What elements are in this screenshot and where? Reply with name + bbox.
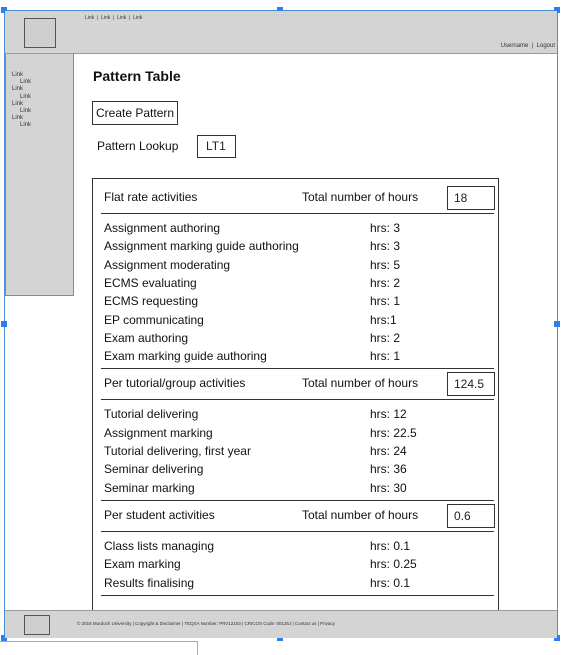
activity-hours: hrs: 2 xyxy=(370,275,401,290)
activity-hours: hrs: 24 xyxy=(370,444,407,458)
activity-hours: hrs: 1 xyxy=(370,294,401,309)
section-header: Per student activities xyxy=(104,507,215,522)
top-nav-links: Link | Link | Link | Link xyxy=(85,15,143,21)
footer-logo-placeholder[interactable] xyxy=(24,615,50,635)
section-divider xyxy=(101,530,494,532)
top-link[interactable]: Link xyxy=(85,15,94,21)
total-hours-label: Total number of hours xyxy=(302,507,419,522)
total-hours-field[interactable]: 18 xyxy=(447,186,495,210)
activity-name: ECMS requesting xyxy=(104,294,199,309)
pattern-lookup-input[interactable]: LT1 xyxy=(197,135,236,158)
sidebar-link[interactable]: Link xyxy=(12,108,31,115)
top-link[interactable]: Link xyxy=(101,15,110,21)
resize-handle[interactable] xyxy=(554,321,560,327)
activity-name: Tutorial delivering, first year xyxy=(104,444,251,458)
section-divider xyxy=(101,213,494,214)
activity-hours: hrs: 0.1 xyxy=(370,538,411,553)
total-hours-field[interactable]: 0.6 xyxy=(447,503,495,528)
footer: © 2016 Murdoch University | Copyright & … xyxy=(5,610,557,638)
top-bar: Link | Link | Link | Link Username | Log… xyxy=(5,11,557,54)
activity-name: Exam marking guide authoring xyxy=(104,349,267,364)
activity-name: Assignment moderating xyxy=(104,257,231,272)
section-divider xyxy=(101,368,494,370)
top-link[interactable]: Link xyxy=(133,15,142,21)
sidebar: Link Link Link Link Link Link Link Link xyxy=(5,54,74,296)
sidebar-link[interactable]: Link xyxy=(12,101,31,108)
activity-hours: hrs: 0.1 xyxy=(370,575,411,590)
activity-name: Exam authoring xyxy=(104,330,189,345)
section-divider xyxy=(101,499,494,501)
pattern-lookup-label: Pattern Lookup xyxy=(97,139,179,153)
activity-hours: hrs:1 xyxy=(370,312,397,327)
logout-link[interactable]: Logout xyxy=(537,43,555,49)
activity-name: EP communicating xyxy=(104,312,204,327)
username-link[interactable]: Username xyxy=(501,43,529,49)
section-divider xyxy=(101,594,494,596)
activity-hours: hrs: 3 xyxy=(370,239,401,254)
activity-name: ECMS evaluating xyxy=(104,275,197,290)
resize-handle[interactable] xyxy=(1,321,7,327)
activity-hours: hrs: 12 xyxy=(370,407,407,422)
sidebar-link[interactable]: Link xyxy=(12,122,31,129)
section-divider xyxy=(101,399,494,401)
logo-placeholder[interactable] xyxy=(24,18,56,48)
user-links: Username | Logout xyxy=(500,43,555,49)
footer-text: © 2016 Murdoch University | Copyright & … xyxy=(77,621,335,626)
activity-name: Tutorial delivering xyxy=(104,407,199,422)
sidebar-link[interactable]: Link xyxy=(12,94,31,101)
activity-hours: hrs: 36 xyxy=(370,462,407,477)
section-header: Per tutorial/group activities xyxy=(104,376,246,391)
activity-hours: hrs: 3 xyxy=(370,221,401,235)
activity-name: Seminar delivering xyxy=(104,462,204,477)
sidebar-link[interactable]: Link xyxy=(12,79,31,86)
activity-name: Assignment marking guide authoring xyxy=(104,239,299,254)
create-pattern-button[interactable]: Create Pattern xyxy=(92,101,179,125)
sidebar-link[interactable]: Link xyxy=(12,72,31,79)
activity-hours: hrs: 0.25 xyxy=(370,557,417,572)
activity-hours: hrs: 30 xyxy=(370,480,407,495)
activity-hours: hrs: 5 xyxy=(370,257,401,272)
activity-hours: hrs: 22.5 xyxy=(370,425,417,440)
page-title: Pattern Table xyxy=(93,68,181,84)
activity-name: Assignment authoring xyxy=(104,221,221,235)
activity-name: Class lists managing xyxy=(104,538,215,553)
activity-name: Exam marking xyxy=(104,557,181,572)
total-hours-label: Total number of hours xyxy=(302,190,419,204)
activity-name: Seminar marking xyxy=(104,480,195,495)
activity-name: Results finalising xyxy=(104,575,195,590)
sidebar-link[interactable]: Link xyxy=(12,115,31,122)
total-hours-label: Total number of hours xyxy=(302,376,419,391)
section-header: Flat rate activities xyxy=(104,190,198,204)
activity-name: Assignment marking xyxy=(104,425,213,440)
total-hours-field[interactable]: 124.5 xyxy=(447,372,495,397)
sidebar-link[interactable]: Link xyxy=(12,86,31,93)
sidebar-nav: Link Link Link Link Link Link Link Link xyxy=(12,72,31,130)
activity-hours: hrs: 1 xyxy=(370,349,401,364)
pattern-table-panel: Flat rate activities Total number of hour… xyxy=(92,178,499,618)
activity-hours: hrs: 2 xyxy=(370,330,401,345)
top-link[interactable]: Link xyxy=(117,15,126,21)
